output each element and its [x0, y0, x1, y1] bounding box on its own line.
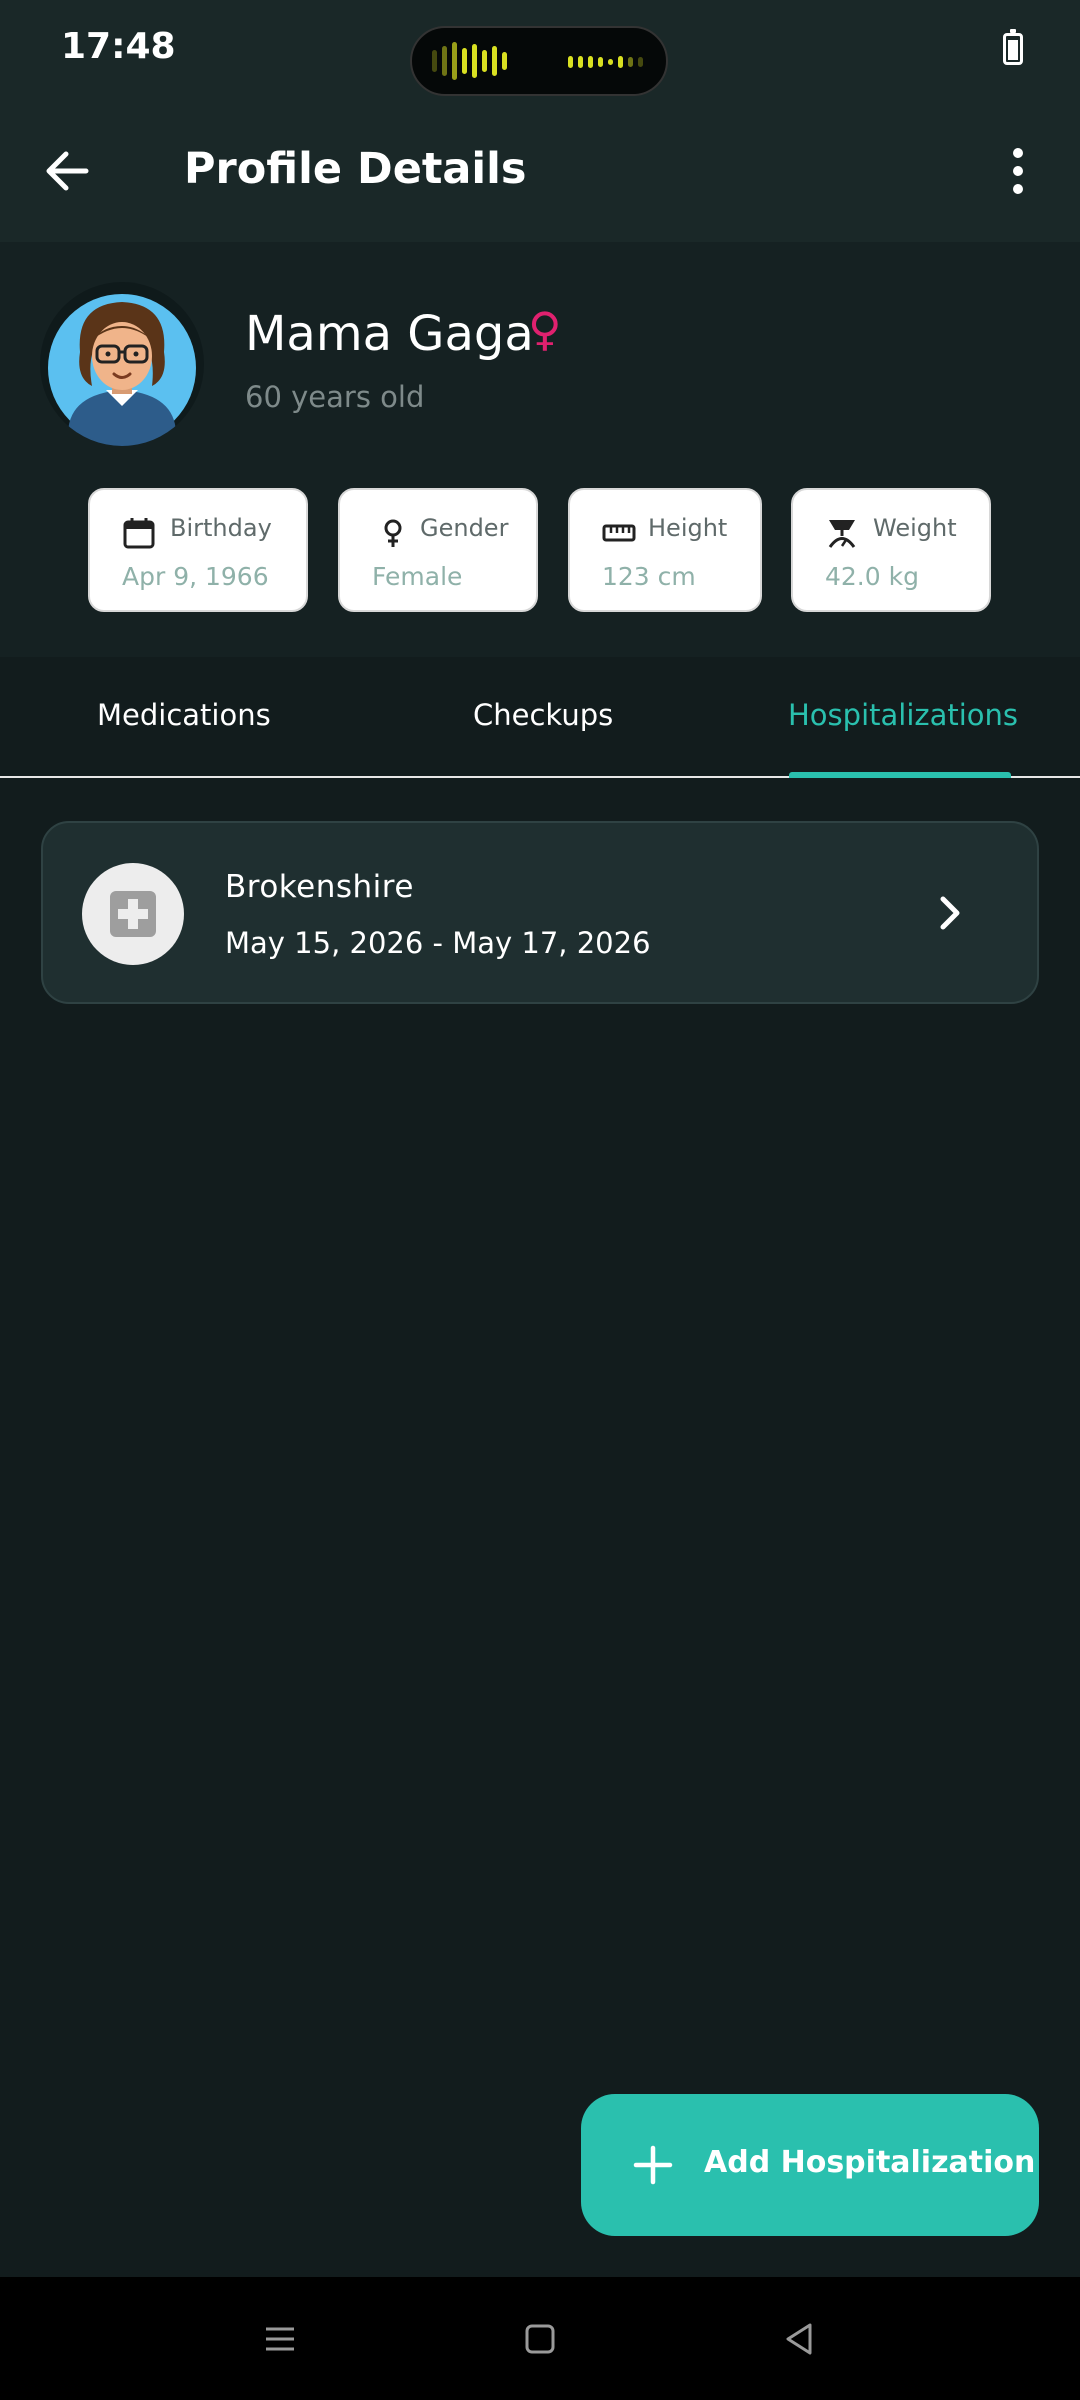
- page-title: Profile Details: [184, 144, 527, 194]
- profile-name: Mama Gaga: [245, 306, 534, 362]
- arrow-left-icon: [46, 151, 89, 191]
- birthday-label: Birthday: [170, 514, 272, 542]
- ruler-icon: [602, 524, 636, 542]
- more-vert-icon: [1013, 148, 1023, 158]
- female-icon: [384, 519, 402, 547]
- tab-checkups[interactable]: Checkups: [473, 698, 613, 732]
- gender-card: Gender Female: [338, 488, 538, 612]
- scale-icon: [828, 520, 856, 548]
- gender-value: Female: [372, 562, 463, 591]
- hospitalization-list-item[interactable]: Brokenshire May 15, 2026 - May 17, 2026: [41, 821, 1039, 1004]
- hospitalization-dates: May 15, 2026 - May 17, 2026: [225, 926, 651, 960]
- hospital-cross-icon: [82, 863, 184, 965]
- app-bar: Profile Details: [0, 100, 1080, 242]
- calendar-icon: [123, 518, 155, 549]
- female-icon: ♀: [528, 302, 562, 356]
- height-label: Height: [648, 514, 728, 542]
- tab-medications[interactable]: Medications: [97, 698, 271, 732]
- avatar: [40, 282, 204, 446]
- profile-header: Mama Gaga ♀ 60 years old Birthday Apr 9,…: [0, 242, 1080, 657]
- system-nav-bar: [0, 2277, 1080, 2400]
- status-bar: 17:48: [0, 0, 1080, 100]
- height-value: 123 cm: [602, 562, 696, 591]
- tab-active-indicator: [789, 772, 1011, 778]
- weight-value: 42.0 kg: [825, 562, 919, 591]
- tab-bar: Medications Checkups Hospitalizations: [0, 658, 1080, 778]
- profile-age: 60 years old: [245, 380, 425, 414]
- back-button[interactable]: [36, 136, 106, 206]
- hospital-name: Brokenshire: [225, 869, 414, 905]
- menu-icon[interactable]: [258, 2317, 302, 2361]
- more-options-button[interactable]: [1000, 138, 1036, 204]
- dynamic-island-audio-visualizer: [410, 26, 668, 96]
- home-icon[interactable]: [518, 2317, 562, 2361]
- add-hospitalization-label: Add Hospitalization: [704, 2145, 1036, 2180]
- chevron-right-icon: [940, 896, 960, 930]
- battery-icon: [1003, 29, 1023, 65]
- weight-card: Weight 42.0 kg: [791, 488, 991, 612]
- add-hospitalization-button[interactable]: Add Hospitalization: [581, 2094, 1039, 2236]
- back-triangle-icon[interactable]: [778, 2317, 822, 2361]
- plus-icon: [633, 2145, 673, 2185]
- gender-label: Gender: [420, 514, 509, 542]
- tab-hospitalizations[interactable]: Hospitalizations: [788, 698, 1018, 732]
- weight-label: Weight: [873, 514, 957, 542]
- birthday-value: Apr 9, 1966: [122, 562, 269, 591]
- status-time: 17:48: [61, 26, 176, 67]
- birthday-card: Birthday Apr 9, 1966: [88, 488, 308, 612]
- height-card: Height 123 cm: [568, 488, 762, 612]
